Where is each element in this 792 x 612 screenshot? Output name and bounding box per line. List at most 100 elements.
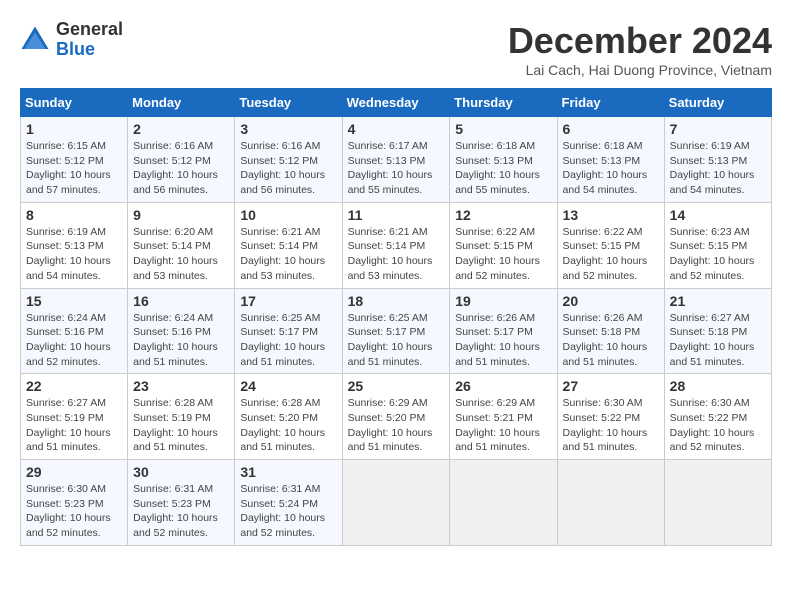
calendar-day-cell: 10 Sunrise: 6:21 AMSunset: 5:14 PMDayligh… xyxy=(235,202,342,288)
day-info: Sunrise: 6:20 AMSunset: 5:14 PMDaylight:… xyxy=(133,225,229,284)
calendar-day-cell xyxy=(557,460,664,546)
day-of-week-header: Sunday xyxy=(21,89,128,117)
calendar-week-row: 22Sunrise: 6:27 AMSunset: 5:19 PMDayligh… xyxy=(21,374,772,460)
day-info: Sunrise: 6:31 AMSunset: 5:23 PMDaylight:… xyxy=(133,482,229,541)
calendar-day-cell: 16Sunrise: 6:24 AMSunset: 5:16 PMDayligh… xyxy=(128,288,235,374)
calendar-day-cell: 5 Sunrise: 6:18 AMSunset: 5:13 PMDaylight… xyxy=(450,117,557,203)
calendar-day-cell: 19Sunrise: 6:26 AMSunset: 5:17 PMDayligh… xyxy=(450,288,557,374)
day-of-week-header: Wednesday xyxy=(342,89,450,117)
calendar-day-cell: 1Sunrise: 6:15 AMSunset: 5:12 PMDaylight… xyxy=(21,117,128,203)
day-number: 29 xyxy=(26,464,122,480)
calendar-day-cell: 17 Sunrise: 6:25 AMSunset: 5:17 PMDayligh… xyxy=(235,288,342,374)
day-number: 20 xyxy=(563,293,659,309)
calendar-day-cell: 13 Sunrise: 6:22 AMSunset: 5:15 PMDayligh… xyxy=(557,202,664,288)
day-number: 4 xyxy=(348,121,445,137)
calendar-day-cell: 14Sunrise: 6:23 AMSunset: 5:15 PMDayligh… xyxy=(664,202,771,288)
day-number: 14 xyxy=(670,207,766,223)
day-number: 31 xyxy=(240,464,336,480)
day-info: Sunrise: 6:25 AMSunset: 5:17 PMDaylight:… xyxy=(240,311,336,370)
calendar-day-cell: 15Sunrise: 6:24 AMSunset: 5:16 PMDayligh… xyxy=(21,288,128,374)
calendar-day-cell: 24 Sunrise: 6:28 AMSunset: 5:20 PMDayligh… xyxy=(235,374,342,460)
day-of-week-header: Monday xyxy=(128,89,235,117)
day-info: Sunrise: 6:27 AMSunset: 5:18 PMDaylight:… xyxy=(670,311,766,370)
calendar-day-cell: 23Sunrise: 6:28 AMSunset: 5:19 PMDayligh… xyxy=(128,374,235,460)
day-number: 13 xyxy=(563,207,659,223)
calendar-header: SundayMondayTuesdayWednesdayThursdayFrid… xyxy=(21,89,772,117)
day-info: Sunrise: 6:28 AMSunset: 5:20 PMDaylight:… xyxy=(240,396,336,455)
calendar-day-cell: 11 Sunrise: 6:21 AMSunset: 5:14 PMDayligh… xyxy=(342,202,450,288)
day-number: 25 xyxy=(348,378,445,394)
calendar-day-cell: 26 Sunrise: 6:29 AMSunset: 5:21 PMDayligh… xyxy=(450,374,557,460)
day-info: Sunrise: 6:30 AMSunset: 5:22 PMDaylight:… xyxy=(563,396,659,455)
day-number: 28 xyxy=(670,378,766,394)
day-info: Sunrise: 6:21 AMSunset: 5:14 PMDaylight:… xyxy=(240,225,336,284)
calendar-day-cell: 29Sunrise: 6:30 AMSunset: 5:23 PMDayligh… xyxy=(21,460,128,546)
day-number: 9 xyxy=(133,207,229,223)
location: Lai Cach, Hai Duong Province, Vietnam xyxy=(508,62,772,78)
calendar-table: SundayMondayTuesdayWednesdayThursdayFrid… xyxy=(20,88,772,546)
day-of-week-header: Tuesday xyxy=(235,89,342,117)
day-of-week-header: Thursday xyxy=(450,89,557,117)
day-info: Sunrise: 6:28 AMSunset: 5:19 PMDaylight:… xyxy=(133,396,229,455)
calendar-day-cell: 28 Sunrise: 6:30 AMSunset: 5:22 PMDayligh… xyxy=(664,374,771,460)
day-info: Sunrise: 6:30 AMSunset: 5:22 PMDaylight:… xyxy=(670,396,766,455)
calendar-day-cell: 21 Sunrise: 6:27 AMSunset: 5:18 PMDayligh… xyxy=(664,288,771,374)
day-number: 11 xyxy=(348,207,445,223)
day-number: 27 xyxy=(563,378,659,394)
calendar-day-cell: 31 Sunrise: 6:31 AMSunset: 5:24 PMDayligh… xyxy=(235,460,342,546)
day-info: Sunrise: 6:18 AMSunset: 5:13 PMDaylight:… xyxy=(563,139,659,198)
day-number: 5 xyxy=(455,121,551,137)
day-info: Sunrise: 6:17 AMSunset: 5:13 PMDaylight:… xyxy=(348,139,445,198)
day-number: 24 xyxy=(240,378,336,394)
day-number: 6 xyxy=(563,121,659,137)
day-info: Sunrise: 6:29 AMSunset: 5:21 PMDaylight:… xyxy=(455,396,551,455)
day-number: 3 xyxy=(240,121,336,137)
day-number: 12 xyxy=(455,207,551,223)
day-info: Sunrise: 6:22 AMSunset: 5:15 PMDaylight:… xyxy=(455,225,551,284)
day-info: Sunrise: 6:18 AMSunset: 5:13 PMDaylight:… xyxy=(455,139,551,198)
day-number: 30 xyxy=(133,464,229,480)
calendar-day-cell: 2 Sunrise: 6:16 AMSunset: 5:12 PMDaylight… xyxy=(128,117,235,203)
day-info: Sunrise: 6:25 AMSunset: 5:17 PMDaylight:… xyxy=(348,311,445,370)
day-info: Sunrise: 6:16 AMSunset: 5:12 PMDaylight:… xyxy=(240,139,336,198)
logo-text: General Blue xyxy=(56,20,123,60)
calendar-week-row: 1Sunrise: 6:15 AMSunset: 5:12 PMDaylight… xyxy=(21,117,772,203)
calendar-body: 1Sunrise: 6:15 AMSunset: 5:12 PMDaylight… xyxy=(21,117,772,546)
calendar-week-row: 15Sunrise: 6:24 AMSunset: 5:16 PMDayligh… xyxy=(21,288,772,374)
day-number: 16 xyxy=(133,293,229,309)
day-info: Sunrise: 6:26 AMSunset: 5:18 PMDaylight:… xyxy=(563,311,659,370)
calendar-day-cell: 27 Sunrise: 6:30 AMSunset: 5:22 PMDayligh… xyxy=(557,374,664,460)
day-number: 2 xyxy=(133,121,229,137)
day-info: Sunrise: 6:19 AMSunset: 5:13 PMDaylight:… xyxy=(26,225,122,284)
calendar-day-cell: 20 Sunrise: 6:26 AMSunset: 5:18 PMDayligh… xyxy=(557,288,664,374)
day-number: 17 xyxy=(240,293,336,309)
calendar-day-cell: 4 Sunrise: 6:17 AMSunset: 5:13 PMDaylight… xyxy=(342,117,450,203)
day-number: 19 xyxy=(455,293,551,309)
month-title: December 2024 xyxy=(508,20,772,62)
calendar-day-cell: 30 Sunrise: 6:31 AMSunset: 5:23 PMDayligh… xyxy=(128,460,235,546)
day-info: Sunrise: 6:22 AMSunset: 5:15 PMDaylight:… xyxy=(563,225,659,284)
calendar-day-cell: 3 Sunrise: 6:16 AMSunset: 5:12 PMDaylight… xyxy=(235,117,342,203)
day-info: Sunrise: 6:16 AMSunset: 5:12 PMDaylight:… xyxy=(133,139,229,198)
day-number: 10 xyxy=(240,207,336,223)
title-section: December 2024 Lai Cach, Hai Duong Provin… xyxy=(508,20,772,78)
logo-icon xyxy=(20,25,50,55)
calendar-week-row: 8Sunrise: 6:19 AMSunset: 5:13 PMDaylight… xyxy=(21,202,772,288)
calendar-week-row: 29Sunrise: 6:30 AMSunset: 5:23 PMDayligh… xyxy=(21,460,772,546)
day-of-week-header: Saturday xyxy=(664,89,771,117)
day-info: Sunrise: 6:24 AMSunset: 5:16 PMDaylight:… xyxy=(26,311,122,370)
day-number: 18 xyxy=(348,293,445,309)
day-info: Sunrise: 6:19 AMSunset: 5:13 PMDaylight:… xyxy=(670,139,766,198)
day-info: Sunrise: 6:21 AMSunset: 5:14 PMDaylight:… xyxy=(348,225,445,284)
calendar-day-cell: 25Sunrise: 6:29 AMSunset: 5:20 PMDayligh… xyxy=(342,374,450,460)
calendar-day-cell xyxy=(450,460,557,546)
calendar-day-cell xyxy=(342,460,450,546)
day-number: 22 xyxy=(26,378,122,394)
day-info: Sunrise: 6:15 AMSunset: 5:12 PMDaylight:… xyxy=(26,139,122,198)
day-number: 21 xyxy=(670,293,766,309)
calendar-day-cell: 12 Sunrise: 6:22 AMSunset: 5:15 PMDayligh… xyxy=(450,202,557,288)
day-info: Sunrise: 6:31 AMSunset: 5:24 PMDaylight:… xyxy=(240,482,336,541)
logo-blue: Blue xyxy=(56,40,123,60)
calendar-day-cell: 9 Sunrise: 6:20 AMSunset: 5:14 PMDaylight… xyxy=(128,202,235,288)
day-number: 26 xyxy=(455,378,551,394)
